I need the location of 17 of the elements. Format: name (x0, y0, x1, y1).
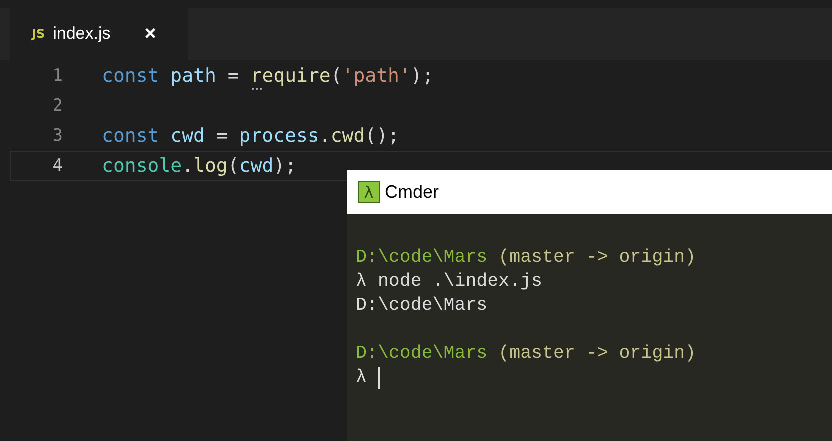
line-number: 3 (52, 126, 63, 146)
terminal-line: D:\code\Mars (356, 296, 488, 316)
code-line: const path = require('path'); (102, 65, 434, 87)
js-file-icon: JS (32, 27, 46, 41)
terminal-line: λ (356, 368, 367, 388)
terminal-line: D:\code\Mars (master -> origin) (356, 344, 696, 364)
code-line: console.log(cwd); (102, 155, 297, 177)
lambda-icon: λ (358, 181, 380, 203)
line-number: 2 (52, 96, 63, 116)
terminal-line: λ node .\index.js (356, 272, 542, 292)
editor-tab[interactable]: JS index.js × (10, 8, 188, 60)
line-number: 4 (52, 156, 63, 176)
line-number: 1 (52, 66, 63, 86)
tab-label: index.js (53, 24, 111, 44)
terminal-line: D:\code\Mars (master -> origin) (356, 248, 696, 268)
window-title: Cmder (385, 182, 440, 202)
code-line: const cwd = process.cwd(); (102, 125, 400, 147)
